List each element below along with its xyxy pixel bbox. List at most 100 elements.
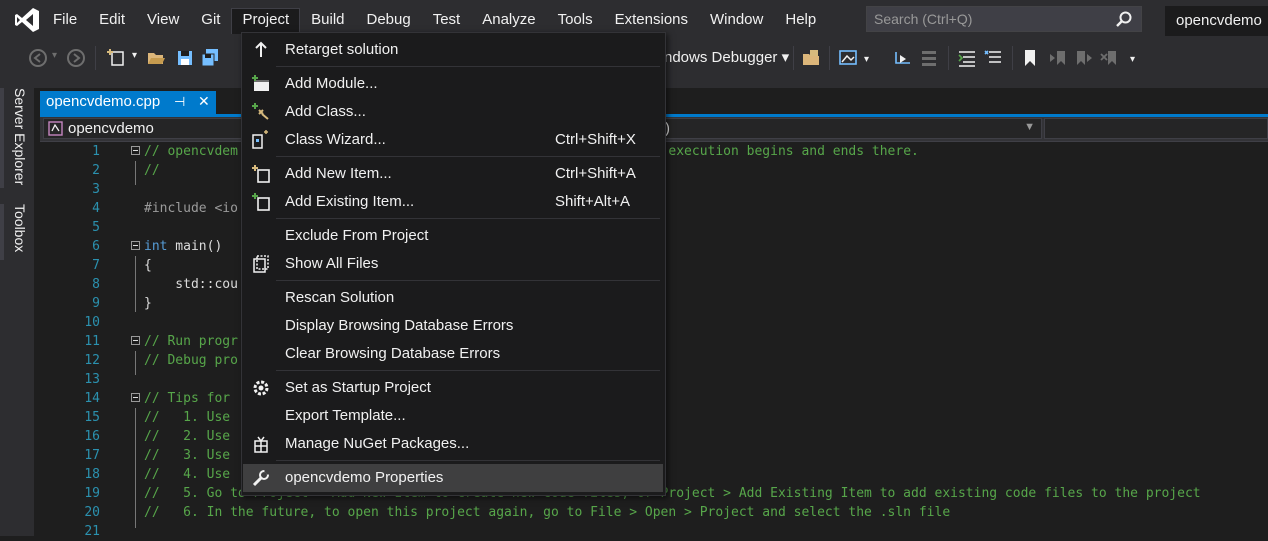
line-number: 7 [92,258,100,273]
code-text: std::cou [144,275,238,294]
pin-icon[interactable]: ⊣ [174,94,185,110]
code-text: // 2. Use [144,427,230,446]
member-dropdown[interactable]: ) ▼ [660,118,1042,139]
line-number: 13 [84,372,100,387]
toolbox-tab[interactable]: Toolbox [12,204,28,252]
clear-bookmarks-icon[interactable] [1100,48,1120,68]
bookmark-icon[interactable] [1020,48,1040,68]
menu-item-clear-browsing-errors[interactable]: Clear Browsing Database Errors [243,340,663,368]
new-project-icon[interactable] [106,47,126,67]
menu-item-retarget-solution[interactable]: Retarget solution [243,36,663,64]
gear-icon [253,380,269,396]
search-placeholder: Search (Ctrl+Q) [874,11,973,27]
menu-analyze[interactable]: Analyze [471,8,546,34]
menu-item-class-wizard[interactable]: Class Wizard... Ctrl+Shift+X [243,126,663,154]
back-dropdown-icon[interactable]: ▾ [52,50,57,61]
server-explorer-tab[interactable]: Server Explorer [12,88,28,185]
project-scope-label: opencvdemo [68,120,154,137]
debugger-selector[interactable]: ndows Debugger ▾ [664,48,789,66]
close-icon[interactable]: ✕ [198,93,210,110]
menu-extensions[interactable]: Extensions [604,8,699,34]
search-icon[interactable] [1115,10,1133,28]
menu-item-label: Show All Files [285,255,379,272]
tab-opencvdemo-cpp[interactable]: opencvdemo.cpp ⊣ ✕ [40,91,216,114]
save-icon[interactable] [175,48,195,68]
menu-git[interactable]: Git [190,8,231,34]
menu-item-exclude-from-project[interactable]: Exclude From Project [243,222,663,250]
step-into-icon[interactable] [893,48,913,68]
previous-bookmark-icon[interactable] [1048,48,1068,68]
menu-item-label: opencvdemo Properties [285,469,444,486]
menu-item-show-all-files[interactable]: Show All Files [243,250,663,278]
solution-name[interactable]: opencvdemo [1165,6,1268,36]
fold-guide [135,161,136,185]
toolbar-separator [793,46,794,70]
browser-dropdown-icon[interactable]: ▾ [864,54,869,65]
menu-test[interactable]: Test [422,8,472,34]
code-token: // Debug pro [144,353,238,368]
menu-debug[interactable]: Debug [356,8,422,34]
menu-separator [276,156,660,157]
arrow-up-icon [255,41,267,57]
navigation-extra-dropdown[interactable] [1044,118,1268,139]
menu-file[interactable]: File [42,8,88,34]
step-over-icon[interactable] [919,48,939,68]
menu-item-add-module[interactable]: Add Module... [243,70,663,98]
menu-project[interactable]: Project [231,8,301,34]
menu-item-display-browsing-errors[interactable]: Display Browsing Database Errors [243,312,663,340]
line-number: 1 [92,144,100,159]
code-text: // Tips for [144,389,230,408]
menu-item-label: Rescan Solution [285,289,395,306]
visual-studio-logo-icon[interactable] [14,7,40,33]
open-folder-icon[interactable] [146,48,166,68]
menu-item-label: Add Module... [285,75,378,92]
back-icon[interactable] [28,48,48,68]
toolbar-separator [829,46,830,70]
new-dropdown-icon[interactable]: ▾ [132,50,137,61]
browser-link-icon[interactable] [838,48,858,68]
collapse-toggle-icon[interactable] [131,336,140,345]
menu-item-label: Add Existing Item... [285,193,415,210]
code-token: main() [167,239,223,254]
code-text: #include <io [144,199,238,218]
menu-tools[interactable]: Tools [547,8,604,34]
menu-item-export-template[interactable]: Export Template... [243,402,663,430]
uncomment-lines-icon[interactable] [983,48,1003,68]
menu-edit[interactable]: Edit [88,8,136,34]
next-bookmark-icon[interactable] [1074,48,1094,68]
forward-icon[interactable] [66,48,86,68]
menu-view[interactable]: View [136,8,190,34]
line-number: 17 [84,448,100,463]
attach-folder-icon[interactable] [801,48,821,68]
line-number: 20 [84,505,100,520]
menu-item-project-properties[interactable]: opencvdemo Properties [243,464,663,492]
menu-item-add-class[interactable]: Add Class... [243,98,663,126]
menu-item-rescan-solution[interactable]: Rescan Solution [243,284,663,312]
menu-help[interactable]: Help [774,8,827,34]
comment-lines-icon[interactable] [957,48,977,68]
chevron-down-icon[interactable]: ▼ [1024,121,1035,133]
menu-build[interactable]: Build [300,8,355,34]
menu-item-manage-nuget-packages[interactable]: Manage NuGet Packages... [243,430,663,458]
menu-window[interactable]: Window [699,8,774,34]
code-text: } [144,294,152,313]
menu-item-label: Clear Browsing Database Errors [285,345,501,362]
collapse-toggle-icon[interactable] [131,146,140,155]
menu-item-set-startup-project[interactable]: Set as Startup Project [243,374,663,402]
fold-guide [135,408,136,528]
toolbar-separator [95,46,96,70]
collapse-toggle-icon[interactable] [131,241,140,250]
collapse-toggle-icon[interactable] [131,393,140,402]
save-all-icon[interactable] [200,48,220,68]
code-token: // 3. Use [144,448,231,463]
menu-item-add-existing-item[interactable]: Add Existing Item... Shift+Alt+A [243,188,663,216]
project-scope-dropdown[interactable]: opencvdemo [43,118,243,139]
menu-item-add-new-item[interactable]: Add New Item... Ctrl+Shift+A [243,160,663,188]
toolbar-overflow-icon[interactable]: ▾ [1130,54,1135,65]
fold-guide [135,351,136,375]
line-number: 3 [92,182,100,197]
menu-separator [276,66,660,67]
line-number: 19 [84,486,100,501]
menu-separator [276,370,660,371]
search-box[interactable]: Search (Ctrl+Q) [866,6,1142,32]
